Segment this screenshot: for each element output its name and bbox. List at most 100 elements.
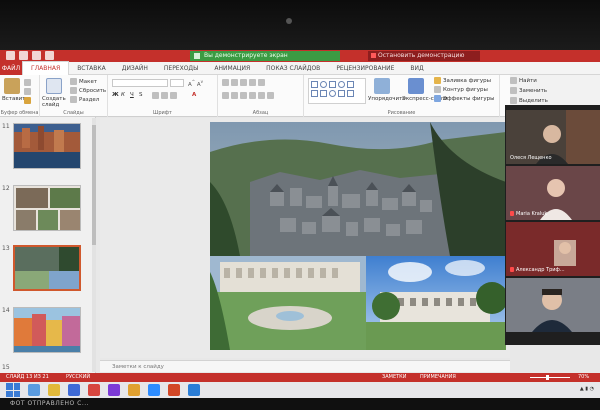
system-tray[interactable]: ▲ ▮ ◔ — [580, 386, 594, 392]
paste-icon[interactable] — [4, 78, 20, 94]
zoom-slider-handle[interactable] — [546, 375, 549, 380]
italic-button[interactable]: К — [121, 92, 125, 98]
photo-caption: ФОТ ОТПРАВЛЕНО С... — [10, 400, 90, 407]
group-slides: Создать слайд Макет Сбросить Раздел Слай… — [40, 75, 108, 117]
mic-muted-icon — [510, 211, 514, 216]
opera-icon[interactable] — [88, 384, 100, 396]
layout-button[interactable]: Макет — [70, 78, 97, 85]
thumb-number: 13 — [2, 245, 10, 252]
font-family-select[interactable] — [112, 79, 168, 87]
align-icons[interactable] — [222, 92, 276, 99]
section-icon — [70, 96, 77, 103]
copy-icon[interactable] — [24, 88, 33, 95]
monitor-bottom-bezel — [0, 398, 600, 410]
undo-icon[interactable] — [19, 51, 28, 60]
quick-styles-icon[interactable] — [408, 78, 424, 94]
slide-photo-collage — [210, 122, 506, 350]
tab-insert[interactable]: ВСТАВКА — [69, 62, 114, 75]
windows-start-icon[interactable] — [6, 383, 20, 397]
ribbon-tabs: ФАЙЛ ГЛАВНАЯ ВСТАВКА ДИЗАЙН ПЕРЕХОДЫ АНИ… — [0, 61, 600, 75]
group-label-clipboard: Буфер обмена — [0, 110, 39, 116]
save-icon[interactable] — [6, 51, 15, 60]
grow-font-icon[interactable]: A^ Av — [188, 79, 203, 88]
underline-button[interactable]: Ч — [130, 92, 134, 98]
zoom-level[interactable]: 70% — [578, 373, 589, 382]
viber-icon[interactable] — [108, 384, 120, 396]
explorer-icon[interactable] — [48, 384, 60, 396]
reset-button[interactable]: Сбросить — [70, 87, 106, 94]
char-spacing-icon[interactable] — [152, 92, 179, 99]
slide-thumbnail[interactable] — [13, 307, 81, 353]
tab-review[interactable]: РЕЦЕНЗИРОВАНИЕ — [328, 62, 402, 75]
select-button[interactable]: Выделить — [510, 97, 548, 104]
slideshow-icon[interactable] — [45, 51, 54, 60]
slide-thumbnail[interactable] — [13, 185, 81, 231]
scrollbar-thumb[interactable] — [92, 125, 96, 245]
stop-share-button[interactable]: Остановить демонстрацию — [368, 51, 480, 61]
layout-icon — [70, 78, 77, 85]
comments-toggle[interactable]: ПРИМЕЧАНИЯ — [420, 373, 456, 382]
edge-icon[interactable] — [28, 384, 40, 396]
thumb-number: 14 — [2, 307, 10, 314]
status-bar: СЛАЙД 13 ИЗ 21 РУССКИЙ ЗАМЕТКИ ПРИМЕЧАНИ… — [0, 373, 600, 382]
chrome-icon[interactable] — [128, 384, 140, 396]
participant-name: Олеся Лещенко — [510, 155, 552, 161]
tab-design[interactable]: ДИЗАЙН — [114, 62, 156, 75]
arrange-icon[interactable] — [374, 78, 390, 94]
format-painter-icon[interactable] — [24, 97, 33, 104]
find-button[interactable]: Найти — [510, 77, 537, 84]
tab-file[interactable]: ФАЙЛ — [0, 61, 22, 75]
new-slide-button[interactable]: Создать слайд — [42, 96, 70, 108]
tab-slideshow[interactable]: ПОКАЗ СЛАЙДОВ — [258, 62, 328, 75]
fill-icon — [434, 77, 441, 84]
group-paragraph: Абзац — [218, 75, 304, 117]
current-slide[interactable] — [210, 122, 506, 350]
zoom-icon[interactable] — [148, 384, 160, 396]
powerpoint-icon[interactable] — [168, 384, 180, 396]
select-icon — [510, 97, 517, 104]
outline-icon — [434, 86, 441, 93]
section-button[interactable]: Раздел — [70, 96, 99, 103]
shape-fill-button[interactable]: Заливка фигуры — [434, 77, 491, 84]
mic-muted-icon — [510, 267, 514, 272]
app-icon[interactable] — [68, 384, 80, 396]
language-indicator[interactable]: РУССКИЙ — [66, 373, 90, 382]
notes-pane[interactable]: Заметки к слайду — [100, 360, 510, 372]
shape-outline-button[interactable]: Контур фигуры — [434, 86, 488, 93]
shapes-gallery[interactable] — [308, 78, 366, 104]
group-label-slides: Слайды — [63, 110, 84, 116]
new-slide-icon[interactable] — [46, 78, 62, 94]
bullets-icon[interactable] — [222, 79, 267, 86]
participant-tile[interactable] — [506, 278, 600, 332]
group-font: A^ Av Ж К Ч S A Шрифт — [108, 75, 218, 117]
tab-transitions[interactable]: ПЕРЕХОДЫ — [156, 62, 207, 75]
strikethrough-button[interactable]: S — [139, 92, 143, 98]
tab-home[interactable]: ГЛАВНАЯ — [22, 61, 70, 75]
font-color-icon[interactable]: A — [192, 92, 196, 98]
quick-access-toolbar — [6, 51, 54, 61]
slide-thumbnail[interactable] — [13, 123, 81, 169]
arrange-button[interactable]: Упорядочить — [368, 96, 406, 102]
participant-tile[interactable]: Александр Триф... — [506, 222, 600, 276]
cut-icon[interactable] — [24, 79, 33, 86]
tab-view[interactable]: ВИД — [402, 62, 431, 75]
tab-animation[interactable]: АНИМАЦИЯ — [206, 62, 258, 75]
word-icon[interactable] — [188, 384, 200, 396]
font-size-select[interactable] — [170, 79, 184, 87]
bold-button[interactable]: Ж — [112, 92, 119, 98]
thumb-number: 11 — [2, 123, 10, 130]
find-icon — [510, 77, 517, 84]
monitor-bezel — [0, 0, 600, 50]
group-label-font: Шрифт — [153, 110, 172, 116]
slide-thumbnail-selected[interactable] — [13, 245, 81, 291]
shape-effects-button[interactable]: Эффекты фигуры — [434, 95, 495, 102]
slide-thumbnails-panel: 11 12 13 14 15 — [0, 117, 96, 373]
participant-tile[interactable]: Maria Kraluk — [506, 166, 600, 220]
screen: Вы демонстрируете экран Остановить демон… — [0, 0, 600, 410]
zoom-slider[interactable] — [530, 377, 570, 378]
replace-button[interactable]: Заменить — [510, 87, 547, 94]
participant-tile[interactable]: Олеся Лещенко — [506, 110, 600, 164]
webcam-dot — [286, 18, 292, 24]
redo-icon[interactable] — [32, 51, 41, 60]
notes-toggle[interactable]: ЗАМЕТКИ — [382, 373, 406, 382]
